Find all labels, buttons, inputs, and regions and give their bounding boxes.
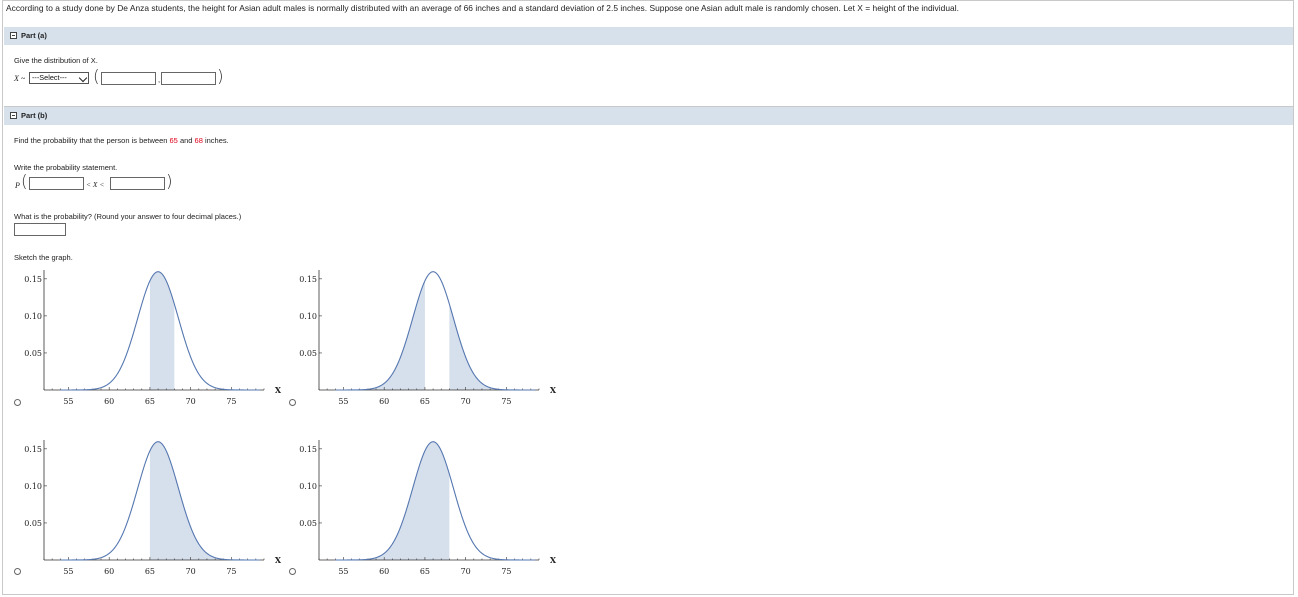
param-1-input[interactable]	[101, 72, 156, 85]
x-tick-label: 65	[145, 397, 155, 406]
x-tick-label: 60	[104, 567, 114, 576]
y-tick-label: 0.10	[299, 312, 317, 321]
shaded-region-1	[149, 441, 264, 560]
part-b-title: Part (b)	[21, 111, 48, 120]
close-paren: )	[166, 172, 173, 192]
sketch-prompt: Sketch the graph.	[14, 253, 73, 262]
graph-option-3[interactable]: 55 60 65 70 75 0.05 0.10 0.15 X	[20, 434, 290, 576]
distribution-var-label: X ~	[14, 74, 26, 83]
x-tick-label: 75	[501, 567, 511, 576]
y-tick-label: 0.05	[24, 519, 42, 528]
upper-bound-input[interactable]	[110, 177, 165, 190]
x-tick-label: 65	[420, 397, 430, 406]
y-tick-label: 0.10	[24, 312, 42, 321]
chevron-down-icon	[78, 73, 88, 83]
normal-curve	[335, 271, 535, 391]
part-b-prompt: Find the probability that the person is …	[14, 136, 229, 145]
part-a-header[interactable]: Part (a)	[4, 27, 1293, 45]
x-tick-label: 70	[186, 567, 196, 576]
y-tick-label: 0.05	[299, 349, 317, 358]
y-tick-label: 0.15	[24, 275, 42, 284]
x-tick-label: 65	[145, 567, 155, 576]
param-2-input[interactable]	[161, 72, 216, 85]
x-tick-label: 75	[226, 397, 236, 406]
upper-value: 68	[194, 136, 203, 145]
lower-bound-input[interactable]	[29, 177, 84, 190]
x-tick-label: 55	[338, 567, 348, 576]
x-tick-label: 75	[501, 397, 511, 406]
part-a-title: Part (a)	[21, 31, 47, 40]
distribution-select-value: ---Select---	[32, 73, 67, 82]
graph-option-1[interactable]: 55 60 65 70 75 0.05 0.10 0.15 X	[20, 264, 290, 406]
y-tick-label: 0.15	[299, 445, 317, 454]
part-a-prompt: Give the distribution of X.	[14, 56, 98, 65]
open-paren: (	[93, 67, 100, 87]
x-axis-label: X	[550, 385, 557, 395]
x-tick-label: 70	[461, 567, 471, 576]
probability-input[interactable]	[14, 223, 66, 236]
part-b-header[interactable]: Part (b)	[4, 107, 1293, 125]
x-axis-label: X	[275, 555, 282, 565]
graph-option-4[interactable]: 55 60 65 70 75 0.05 0.10 0.15 X	[295, 434, 565, 576]
close-paren: )	[217, 67, 224, 87]
graph-option-2[interactable]: 55 60 65 70 75 0.05 0.10 0.15 X	[295, 264, 565, 406]
param-separator: ,	[158, 75, 161, 84]
shaded-region-1	[149, 271, 175, 390]
x-tick-label: 65	[420, 567, 430, 576]
open-paren: (	[21, 172, 28, 192]
x-tick-label: 55	[63, 567, 73, 576]
between-label: < X <	[86, 180, 105, 189]
x-axis-label: X	[550, 555, 557, 565]
y-tick-label: 0.05	[24, 349, 42, 358]
x-axis-label: X	[275, 385, 282, 395]
p-label: P	[15, 181, 20, 190]
question-text: According to a study done by De Anza stu…	[6, 3, 959, 13]
x-tick-label: 55	[63, 397, 73, 406]
shaded-region-1	[319, 280, 425, 390]
x-tick-label: 55	[338, 397, 348, 406]
y-tick-label: 0.15	[299, 275, 317, 284]
x-tick-label: 75	[226, 567, 236, 576]
y-tick-label: 0.15	[24, 445, 42, 454]
x-tick-label: 60	[379, 397, 389, 406]
y-tick-label: 0.10	[299, 482, 317, 491]
x-tick-label: 70	[461, 397, 471, 406]
collapse-icon[interactable]	[10, 112, 17, 119]
probability-prompt: What is the probability? (Round your ans…	[14, 212, 242, 221]
distribution-select[interactable]: ---Select---	[29, 72, 89, 84]
x-tick-label: 60	[104, 397, 114, 406]
statement-prompt: Write the probability statement.	[14, 163, 118, 172]
y-tick-label: 0.10	[24, 482, 42, 491]
shaded-region-1	[319, 441, 450, 560]
shaded-region-2	[449, 304, 539, 390]
y-tick-label: 0.05	[299, 519, 317, 528]
lower-value: 65	[169, 136, 178, 145]
collapse-icon[interactable]	[10, 32, 17, 39]
x-tick-label: 60	[379, 567, 389, 576]
x-tick-label: 70	[186, 397, 196, 406]
